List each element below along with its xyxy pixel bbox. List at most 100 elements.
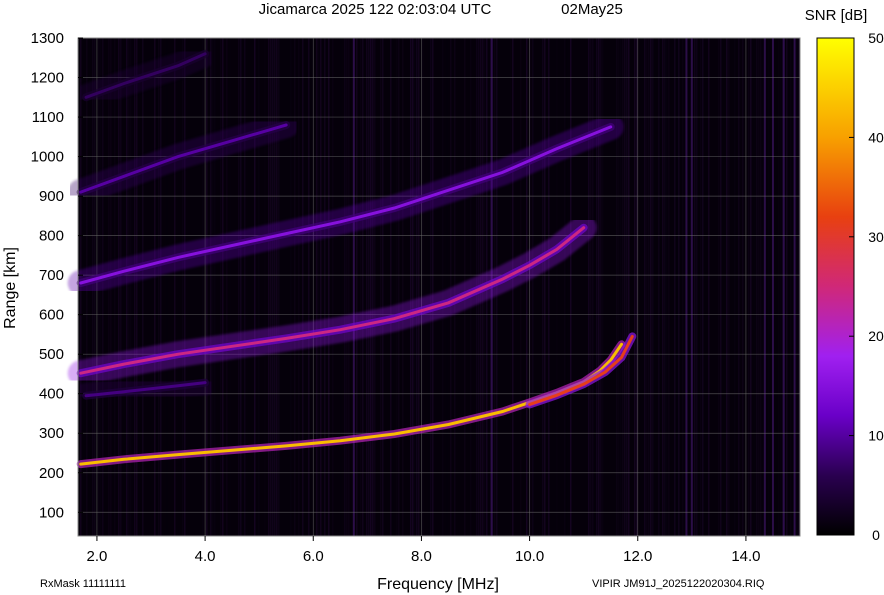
x-tick-label: 8.0 xyxy=(411,548,432,565)
y-tick-label: 800 xyxy=(39,228,64,245)
noise-stripe xyxy=(622,38,624,536)
x-tick-label: 14.0 xyxy=(731,548,760,565)
noise-stripe xyxy=(214,38,216,536)
noise-stripe xyxy=(166,38,168,536)
noise-stripe xyxy=(564,38,566,536)
noise-stripe xyxy=(254,38,256,536)
noise-stripe xyxy=(734,38,736,536)
noise-stripe xyxy=(450,38,452,536)
noise-stripe xyxy=(332,38,334,536)
noise-stripe xyxy=(650,38,652,536)
colorbar-tick-label: 20 xyxy=(868,328,884,344)
noise-stripe xyxy=(270,38,272,536)
noise-stripe xyxy=(676,38,678,536)
x-tick-label: 10.0 xyxy=(515,548,544,565)
noise-stripe xyxy=(742,38,744,536)
colorbar-tick-label: 10 xyxy=(868,428,884,444)
noise-stripe xyxy=(694,38,696,536)
noise-stripe xyxy=(718,38,720,536)
y-tick-label: 700 xyxy=(39,267,64,284)
x-axis-ticks: 2.0 4.0 6.0 8.0 10.0 12.0 14.0 xyxy=(86,536,761,565)
noise-stripe xyxy=(636,38,638,536)
y-tick-label: 400 xyxy=(39,386,64,403)
noise-stripe xyxy=(182,38,184,536)
noise-stripe xyxy=(368,38,370,536)
noise-stripe xyxy=(644,38,646,536)
noise-stripe xyxy=(760,38,762,536)
noise-stripe xyxy=(786,38,788,536)
noise-stripe xyxy=(728,38,730,536)
noise-stripe xyxy=(428,38,430,536)
noise-stripe xyxy=(666,38,668,536)
noise-stripe xyxy=(682,38,684,536)
y-tick-label: 1200 xyxy=(31,70,64,87)
noise-stripe xyxy=(238,38,240,536)
noise-stripe xyxy=(360,38,362,536)
colorbar-tick-label: 50 xyxy=(868,30,884,46)
noise-stripe xyxy=(634,38,636,536)
noise-stripe xyxy=(422,38,424,536)
noise-stripe xyxy=(344,38,346,536)
noise-stripe xyxy=(592,38,594,536)
noise-stripe xyxy=(658,38,660,536)
noise-stripe xyxy=(566,38,568,536)
noise-stripe xyxy=(590,38,592,536)
noise-stripe xyxy=(748,38,750,536)
interference-line xyxy=(352,38,355,536)
noise-stripe xyxy=(662,38,664,536)
interference-line xyxy=(793,38,796,536)
noise-stripe xyxy=(220,38,222,536)
noise-stripe xyxy=(628,38,630,536)
y-tick-label: 600 xyxy=(39,307,64,324)
noise-stripe xyxy=(750,38,752,536)
noise-stripe xyxy=(316,38,318,536)
noise-stripe xyxy=(620,38,622,536)
noise-stripe xyxy=(390,38,392,536)
noise-stripe xyxy=(410,38,412,536)
noise-stripe xyxy=(418,38,420,536)
noise-stripe xyxy=(602,38,604,536)
x-tick-label: 12.0 xyxy=(623,548,652,565)
noise-stripe xyxy=(754,38,756,536)
interference-line xyxy=(771,38,774,536)
noise-stripe xyxy=(396,38,398,536)
noise-stripe xyxy=(276,38,278,536)
colorbar-label: SNR [dB] xyxy=(805,7,868,24)
noise-stripe xyxy=(226,38,228,536)
noise-stripe xyxy=(520,38,522,536)
noise-stripe xyxy=(530,38,532,536)
noise-stripe xyxy=(758,38,760,536)
date-label: 02May25 xyxy=(561,1,623,18)
noise-stripe xyxy=(402,38,404,536)
noise-stripe xyxy=(184,38,186,536)
noise-stripe xyxy=(272,38,274,536)
noise-stripe xyxy=(542,38,544,536)
interference-line xyxy=(685,38,688,536)
noise-stripe xyxy=(374,38,376,536)
noise-stripe xyxy=(156,38,158,536)
noise-stripe xyxy=(442,38,444,536)
noise-stripe xyxy=(570,38,572,536)
noise-stripe xyxy=(702,38,704,536)
noise-stripe xyxy=(240,38,242,536)
noise-stripe xyxy=(158,38,160,536)
noise-stripe xyxy=(278,38,280,536)
y-tick-label: 200 xyxy=(39,465,64,482)
noise-stripe xyxy=(618,38,620,536)
noise-stripe xyxy=(356,38,358,536)
noise-stripe xyxy=(302,38,304,536)
noise-stripe xyxy=(370,38,372,536)
noise-stripe xyxy=(324,38,326,536)
noise-stripe xyxy=(318,38,320,536)
noise-stripe xyxy=(366,38,368,536)
noise-stripe xyxy=(414,38,416,536)
noise-stripe xyxy=(274,38,276,536)
noise-stripe xyxy=(664,38,666,536)
interference-line xyxy=(782,38,785,536)
noise-stripe xyxy=(790,38,792,536)
noise-stripe xyxy=(778,38,780,536)
noise-stripe xyxy=(556,38,558,536)
noise-stripe xyxy=(258,38,260,536)
noise-stripe xyxy=(346,38,348,536)
interference-line xyxy=(690,38,693,536)
